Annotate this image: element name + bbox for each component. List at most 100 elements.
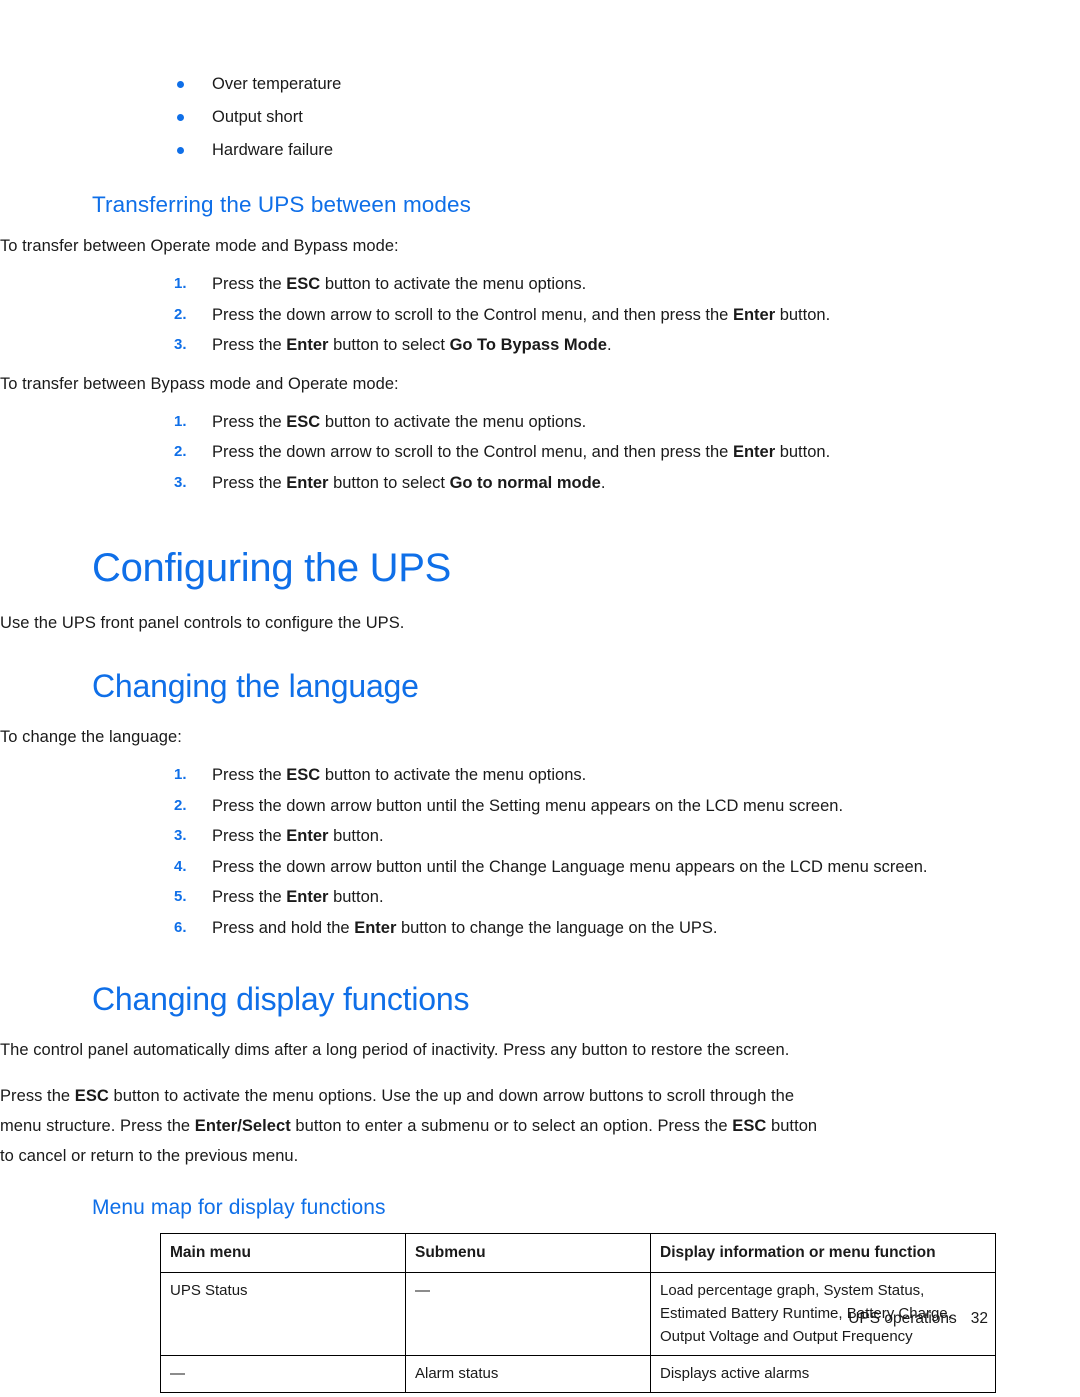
table-head: Main menu Submenu Display information or… <box>160 1233 996 1273</box>
step-text-c: button to change the language on the UPS… <box>396 918 718 937</box>
step-text-bold: Enter <box>286 473 329 492</box>
display-functions-para-1: The control panel automatically dims aft… <box>0 1041 790 1059</box>
list-item: 4. Press the down arrow button until the… <box>172 852 1080 883</box>
list-item: 2. Press the down arrow button until the… <box>172 791 1080 822</box>
step-text-a: Press the <box>212 473 287 492</box>
step-number: 1. <box>174 412 187 430</box>
step-number: 2. <box>174 796 187 814</box>
step-text-a: Press the down arrow button until the Ch… <box>212 857 928 876</box>
step-number: 3. <box>174 473 187 491</box>
step-text-a: Press the down arrow button until the Se… <box>212 796 844 815</box>
step-text-d: . <box>600 473 606 492</box>
step-text-c: button. <box>775 305 831 324</box>
list-item: 3. Press the Enter button to select Go T… <box>172 330 1080 361</box>
step-number: 2. <box>174 305 187 323</box>
step-text-c: button to activate the menu options. <box>320 412 587 431</box>
section-heading-display-functions: Changing display functions <box>92 981 470 1017</box>
transferring-intro-2: To transfer between Bypass mode and Oper… <box>0 374 399 393</box>
para2-bold-enter-select: Enter/Select <box>194 1117 291 1135</box>
changing-language-steps: 1. Press the ESC button to activate the … <box>0 760 1080 943</box>
step-text-d: . <box>606 336 612 354</box>
top-spacer-2 <box>0 40 1080 68</box>
step-number: 3. <box>174 336 187 353</box>
para2-bold-esc-1: ESC <box>74 1087 109 1105</box>
step-text-a: Press the <box>212 827 287 845</box>
bullet-text: Hardware failure <box>212 141 334 159</box>
step-number: 4. <box>174 857 187 875</box>
step-text-bold: Enter <box>286 888 329 906</box>
footer-section-label: UPS operations <box>848 1310 957 1327</box>
step-number: 6. <box>174 918 187 936</box>
bullet-text: Over temperature <box>212 75 342 93</box>
transferring-intro-1: To transfer between Operate mode and Byp… <box>0 237 399 255</box>
cell-main-menu: — <box>160 1355 406 1393</box>
list-item: Output short <box>172 101 1080 134</box>
list-item: 1. Press the ESC button to activate the … <box>172 407 1080 438</box>
top-spacer <box>0 0 1080 40</box>
cell-display-info: Displays active alarms <box>650 1355 996 1393</box>
cell-submenu: Alarm status <box>405 1355 651 1393</box>
bullet-dot-icon <box>177 147 184 154</box>
step-text-c: button to activate the menu options. <box>320 766 587 784</box>
para2-part-1: Press the <box>0 1087 75 1105</box>
display-functions-para-2: Press the ESC button to activate the men… <box>0 1081 826 1171</box>
table-header-row: Main menu Submenu Display information or… <box>160 1233 996 1273</box>
list-item: 5. Press the Enter button. <box>172 882 1080 913</box>
footer-page-number: 32 <box>970 1310 988 1327</box>
step-text-a: Press the down arrow to scroll to the Co… <box>212 443 733 461</box>
para2-part-3: button to enter a submenu or to select a… <box>290 1117 733 1135</box>
step-text-a: Press the <box>212 336 287 354</box>
list-item: 3. Press the Enter button to select Go t… <box>172 468 1080 499</box>
step-text-bold: Enter <box>286 827 329 845</box>
configuring-intro: Use the UPS front panel controls to conf… <box>0 614 405 632</box>
transferring-steps-2: 1. Press the ESC button to activate the … <box>0 407 1080 499</box>
step-text-bold: ESC <box>286 412 321 431</box>
step-number: 1. <box>174 766 187 783</box>
step-text-c: button to select <box>328 336 450 354</box>
section-heading-menu-map: Menu map for display functions <box>92 1196 386 1219</box>
changing-language-intro: To change the language: <box>0 728 182 746</box>
step-text-bold: Enter <box>732 305 776 324</box>
step-number: 1. <box>174 275 187 292</box>
step-text-c: button. <box>328 827 384 845</box>
fault-bullet-list: Over temperature Output short Hardware f… <box>0 68 1080 167</box>
list-item: 1. Press the ESC button to activate the … <box>172 760 1080 791</box>
step-text-a: Press the <box>212 888 287 906</box>
cell-line: Displays active alarms <box>660 1365 810 1382</box>
step-number: 3. <box>174 827 187 844</box>
column-header-main-menu: Main menu <box>160 1233 406 1273</box>
bullet-dot-icon <box>177 114 184 121</box>
step-text-c: button to activate the menu options. <box>320 275 587 293</box>
bullet-dot-icon <box>177 81 184 88</box>
step-text-bold: Enter <box>732 443 776 461</box>
transferring-steps-1: 1. Press the ESC button to activate the … <box>0 269 1080 361</box>
step-text-bold: ESC <box>286 766 321 784</box>
bullet-text: Output short <box>212 108 303 126</box>
list-item: 3. Press the Enter button. <box>172 821 1080 852</box>
cell-line: Load percentage graph, System Status, <box>660 1282 925 1299</box>
step-text-a: Press and hold the <box>212 918 355 937</box>
step-number: 2. <box>174 443 187 460</box>
step-text-bold: Enter <box>286 336 329 354</box>
step-text-a: Press the down arrow to scroll to the Co… <box>212 305 733 324</box>
column-header-display-info: Display information or menu function <box>650 1233 996 1273</box>
step-text-c: button to select <box>328 473 450 492</box>
table-row: — Alarm status Displays active alarms <box>160 1355 996 1393</box>
step-text-a: Press the <box>212 412 287 431</box>
step-text-a: Press the <box>212 766 287 784</box>
step-text-a: Press the <box>212 275 287 293</box>
